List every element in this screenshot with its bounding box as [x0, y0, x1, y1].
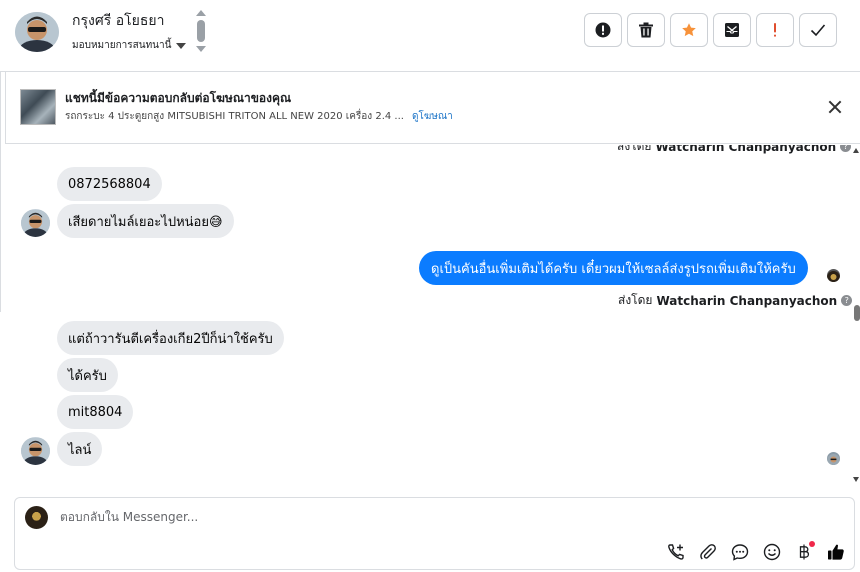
ad-reply-banner: แชทนี้มีข้อความตอบกลับต่อโฆษณาของคุณ รถก… [5, 72, 860, 144]
scroll-down-icon[interactable] [196, 46, 206, 52]
phone-add-icon [668, 544, 684, 560]
inbox-conversation: กรุงศรี อโยธยา มอบหมายการสนทนานี้ แชทนี้… [0, 0, 860, 572]
like-button[interactable] [825, 541, 847, 563]
assign-label: มอบหมายการสนทนานี้ [72, 40, 172, 51]
avatar-photo-icon [827, 454, 840, 465]
scroll-down-icon[interactable] [853, 477, 859, 482]
alert-circle-icon [595, 22, 611, 38]
message-bubble-incoming[interactable]: เสียดายไมล์เยอะไปหน่อย😅 [57, 204, 234, 238]
conversation-actions [584, 13, 837, 47]
sender-name: Watcharin Chanpanyachon [656, 293, 838, 308]
conversation-header: กรุงศรี อโยธยา มอบหมายการสนทนานี้ [0, 0, 860, 72]
delete-button[interactable] [627, 13, 665, 47]
smiley-icon [763, 543, 781, 561]
notification-dot [809, 541, 815, 547]
attach-button[interactable] [697, 541, 719, 563]
banner-title: แชทนี้มีข้อความตอบกลับต่อโฆษณาของคุณ [65, 91, 292, 105]
page-avatar [25, 506, 48, 529]
chat-bubble-icon [731, 544, 749, 561]
view-ad-link[interactable]: ดูโฆษณา [412, 111, 453, 122]
help-icon[interactable]: ? [840, 145, 852, 152]
help-icon[interactable]: ? [841, 295, 853, 306]
assign-conversation-dropdown[interactable]: มอบหมายการสนทนานี้ [72, 38, 187, 53]
paperclip-icon [700, 544, 716, 560]
ad-thumbnail[interactable] [20, 89, 56, 125]
read-receipt-avatar [827, 269, 840, 282]
close-icon[interactable] [826, 98, 844, 116]
avatar-photo-icon [15, 12, 59, 52]
mark-spam-button[interactable] [584, 13, 622, 47]
mark-unread-icon [725, 23, 739, 37]
message-bubble-incoming[interactable]: mit8804 [57, 395, 134, 429]
exclamation-icon [774, 23, 776, 37]
message-bubble-incoming[interactable]: ไลน์ [57, 432, 103, 466]
thread-scrollbar[interactable] [852, 145, 860, 495]
banner-subtitle: รถกระบะ 4 ประตูยกสูง MITSUBISHI TRITON A… [65, 109, 453, 124]
avatar-photo-icon [21, 437, 50, 465]
message-thread[interactable]: ส่งโดย Watcharin Chanpanyachon ? 0872568… [0, 145, 860, 495]
reply-composer [14, 497, 855, 570]
sent-by-prefix: ส่งโดย [617, 145, 652, 153]
sender-name: Watcharin Chanpanyachon [655, 145, 837, 154]
contact-avatar[interactable] [15, 12, 59, 52]
page-logo-icon [827, 271, 840, 282]
saved-replies-button[interactable] [729, 541, 751, 563]
scroll-thumb[interactable] [197, 20, 205, 42]
ad-description: รถกระบะ 4 ประตูยกสูง MITSUBISHI TRITON A… [65, 111, 404, 122]
sent-by-label: ส่งโดย Watcharin Chanpanyachon ? [618, 291, 853, 310]
phone-add-button[interactable] [665, 541, 687, 563]
reply-input[interactable] [60, 510, 620, 524]
contact-name[interactable]: กรุงศรี อโยธยา [72, 10, 164, 32]
emoji-button[interactable] [761, 541, 783, 563]
message-bubble-incoming[interactable]: ได้ครับ [57, 358, 118, 392]
message-bubble-outgoing[interactable]: ดูเป็นคันอื่นเพิ่มเติมได้ครับ เดี๋ยวผมให… [419, 251, 808, 285]
thumbs-up-icon [828, 544, 844, 560]
star-button[interactable] [670, 13, 708, 47]
scroll-thumb[interactable] [854, 305, 860, 321]
sent-by-prefix: ส่งโดย [618, 293, 653, 307]
flag-button[interactable] [756, 13, 794, 47]
contact-avatar-small [21, 437, 50, 465]
caret-down-icon [176, 42, 187, 49]
message-bubble-incoming[interactable]: แต่ถ้าวารันตีเครื่องเกีย2ปีก็น่าใช้ครับ [57, 321, 284, 355]
avatar-photo-icon [21, 209, 50, 237]
header-scroll-stepper[interactable] [195, 10, 207, 54]
scroll-up-icon[interactable] [196, 10, 206, 16]
seen-by-contact-avatar [827, 452, 840, 465]
mark-unread-button[interactable] [713, 13, 751, 47]
mark-done-button[interactable] [799, 13, 837, 47]
payment-button[interactable] [793, 541, 815, 563]
scroll-up-icon[interactable] [853, 148, 859, 153]
message-bubble-incoming[interactable]: 0872568804 [57, 167, 162, 201]
star-icon [682, 23, 696, 37]
check-icon [810, 24, 826, 37]
contact-avatar-small [21, 209, 50, 237]
sent-by-label-top: ส่งโดย Watcharin Chanpanyachon ? [617, 145, 852, 156]
composer-tools [665, 541, 847, 563]
trash-icon [639, 22, 653, 38]
